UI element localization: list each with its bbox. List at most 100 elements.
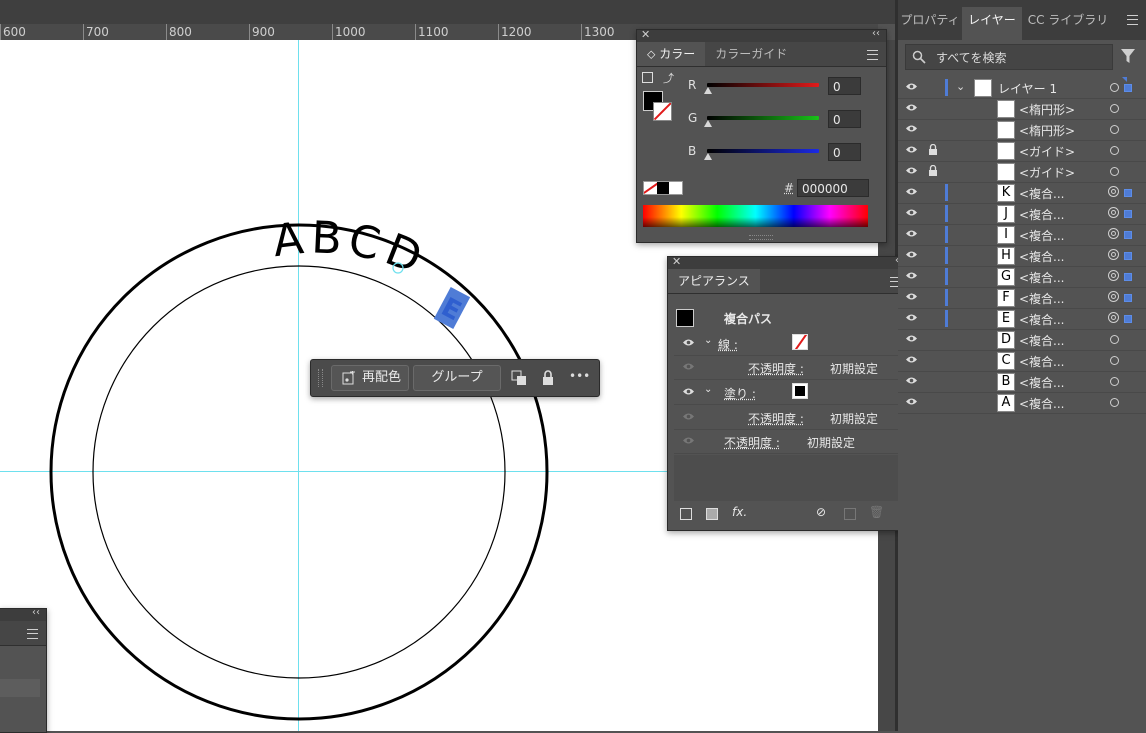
object-opacity-label[interactable]: 不透明度 : <box>724 434 780 451</box>
layer-name[interactable]: レイヤー 1 <box>998 80 1057 97</box>
arrange-icon[interactable] <box>511 370 527 386</box>
eye-icon[interactable] <box>905 124 918 133</box>
fill-opacity-row[interactable]: 不透明度 : 初期設定 <box>674 405 902 430</box>
target-icon[interactable] <box>1110 377 1119 386</box>
lock-toggle[interactable] <box>928 123 938 135</box>
eye-icon[interactable] <box>682 338 695 347</box>
collapse-icon[interactable]: ‹‹ <box>32 607 40 618</box>
sublayer-row[interactable]: B <複合... <box>898 371 1146 393</box>
selected-art-indicator[interactable] <box>1124 252 1132 260</box>
default-colors-icon[interactable] <box>642 72 653 83</box>
eye-icon[interactable] <box>682 387 695 396</box>
eye-icon[interactable] <box>905 271 918 280</box>
eye-icon[interactable] <box>905 334 918 343</box>
none-swatch[interactable] <box>644 182 657 194</box>
tab-appearance[interactable]: アピアランス <box>668 269 760 293</box>
expand-chevron-icon[interactable]: ⌄ <box>704 335 712 346</box>
object-name[interactable]: <ガイド> <box>1019 164 1075 181</box>
target-icon[interactable] <box>1110 104 1119 113</box>
close-icon[interactable]: ✕ <box>641 28 650 41</box>
sublayer-row[interactable]: G <複合... <box>898 266 1146 288</box>
target-icon[interactable] <box>1110 167 1119 176</box>
sublayer-row[interactable]: I <複合... <box>898 224 1146 246</box>
lock-toggle[interactable] <box>928 81 938 93</box>
appearance-panel[interactable]: ✕‹‹ アピアランス 複合パス ⌄ 線 : 不透明度 : 初期設定 ⌄ 塗り :… <box>667 255 910 531</box>
target-icon[interactable] <box>1110 125 1119 134</box>
eye-icon[interactable] <box>905 82 918 91</box>
eye-icon[interactable] <box>905 292 918 301</box>
tab-layers[interactable]: レイヤー <box>962 7 1022 40</box>
b-slider-thumb[interactable] <box>704 153 712 160</box>
contextual-task-bar[interactable]: 再配色 グループ ••• <box>310 359 600 397</box>
panel-menu-icon[interactable] <box>1127 15 1138 25</box>
target-icon[interactable] <box>1108 207 1119 218</box>
g-slider[interactable] <box>707 116 819 120</box>
selected-art-indicator[interactable] <box>1124 273 1132 281</box>
sublayer-row[interactable]: K <複合... <box>898 182 1146 204</box>
fill-opacity-label[interactable]: 不透明度 : <box>748 410 804 427</box>
eye-icon[interactable] <box>905 397 918 406</box>
collapsed-panel[interactable]: ‹‹ <box>0 607 47 733</box>
selected-art-indicator[interactable] <box>1124 84 1132 92</box>
sublayer-row[interactable]: F <複合... <box>898 287 1146 309</box>
target-icon[interactable] <box>1108 228 1119 239</box>
target-icon[interactable] <box>1108 291 1119 302</box>
lock-toggle[interactable] <box>928 396 938 408</box>
target-icon[interactable] <box>1108 186 1119 197</box>
object-name[interactable]: <楕円形> <box>1019 122 1075 139</box>
expand-chevron-icon[interactable]: ⌄ <box>704 384 712 395</box>
eye-icon[interactable] <box>905 313 918 322</box>
target-icon[interactable] <box>1108 249 1119 260</box>
drag-handle[interactable] <box>318 369 323 387</box>
g-slider-thumb[interactable] <box>704 120 712 127</box>
object-name[interactable]: <複合... <box>1019 290 1065 307</box>
stroke-opacity-label[interactable]: 不透明度 : <box>748 360 804 377</box>
lock-toggle[interactable] <box>928 333 938 345</box>
lock-icon[interactable] <box>541 370 555 386</box>
eye-icon[interactable] <box>682 362 695 371</box>
eye-icon[interactable] <box>905 208 918 217</box>
selected-glyph-cluster[interactable]: E <box>433 286 471 330</box>
eye-icon[interactable] <box>905 187 918 196</box>
clear-appearance-icon[interactable]: ⊘ <box>816 505 826 519</box>
tab-color-guide[interactable]: カラーガイド <box>705 42 797 66</box>
color-panel[interactable]: ✕ ‹‹ ⬦ カラー カラーガイド ⤴ R 0 G 0 B 0 # 000000 <box>636 28 887 243</box>
swap-colors-icon[interactable]: ⤴ <box>663 70 674 86</box>
target-icon[interactable] <box>1110 356 1119 365</box>
sublayer-row[interactable]: A <複合... <box>898 392 1146 414</box>
fx-icon[interactable]: fx. <box>732 505 747 519</box>
quick-swatches[interactable] <box>643 181 683 195</box>
eye-icon[interactable] <box>905 229 918 238</box>
object-name[interactable]: <複合... <box>1019 227 1065 244</box>
stroke-swatch[interactable] <box>653 102 672 121</box>
selected-art-indicator[interactable] <box>1124 294 1132 302</box>
eye-icon[interactable] <box>905 103 918 112</box>
r-value-input[interactable]: 0 <box>828 77 861 95</box>
eye-icon[interactable] <box>682 436 695 445</box>
color-spectrum[interactable] <box>643 205 868 227</box>
lock-icon[interactable] <box>928 144 938 156</box>
tab-properties[interactable]: プロパティ <box>898 7 962 33</box>
close-icon[interactable]: ✕ <box>672 255 681 268</box>
expand-chevron-icon[interactable]: ⌄ <box>956 80 965 93</box>
sublayer-row[interactable]: D <複合... <box>898 329 1146 351</box>
eye-icon[interactable] <box>905 355 918 364</box>
add-stroke-icon[interactable] <box>680 508 692 520</box>
lock-toggle[interactable] <box>928 354 938 366</box>
stroke-opacity-row[interactable]: 不透明度 : 初期設定 <box>674 355 902 380</box>
sublayer-row[interactable]: J <複合... <box>898 203 1146 225</box>
panel-menu-icon[interactable] <box>867 50 878 60</box>
lock-toggle[interactable] <box>928 228 938 240</box>
fill-color-swatch[interactable] <box>792 383 808 399</box>
sublayer-row[interactable]: E <複合... <box>898 308 1146 330</box>
resize-handle[interactable] <box>749 235 773 240</box>
sublayer-row[interactable]: C <複合... <box>898 350 1146 372</box>
lock-toggle[interactable] <box>928 312 938 324</box>
panel-field[interactable] <box>0 679 40 697</box>
layer-row[interactable]: ⌄ レイヤー 1 <box>898 77 1146 99</box>
inner-ellipse[interactable] <box>92 265 506 679</box>
lock-icon[interactable] <box>928 165 938 177</box>
eye-icon[interactable] <box>682 412 695 421</box>
lock-toggle[interactable] <box>928 102 938 114</box>
sublayer-row[interactable]: <楕円形> <box>898 98 1146 120</box>
